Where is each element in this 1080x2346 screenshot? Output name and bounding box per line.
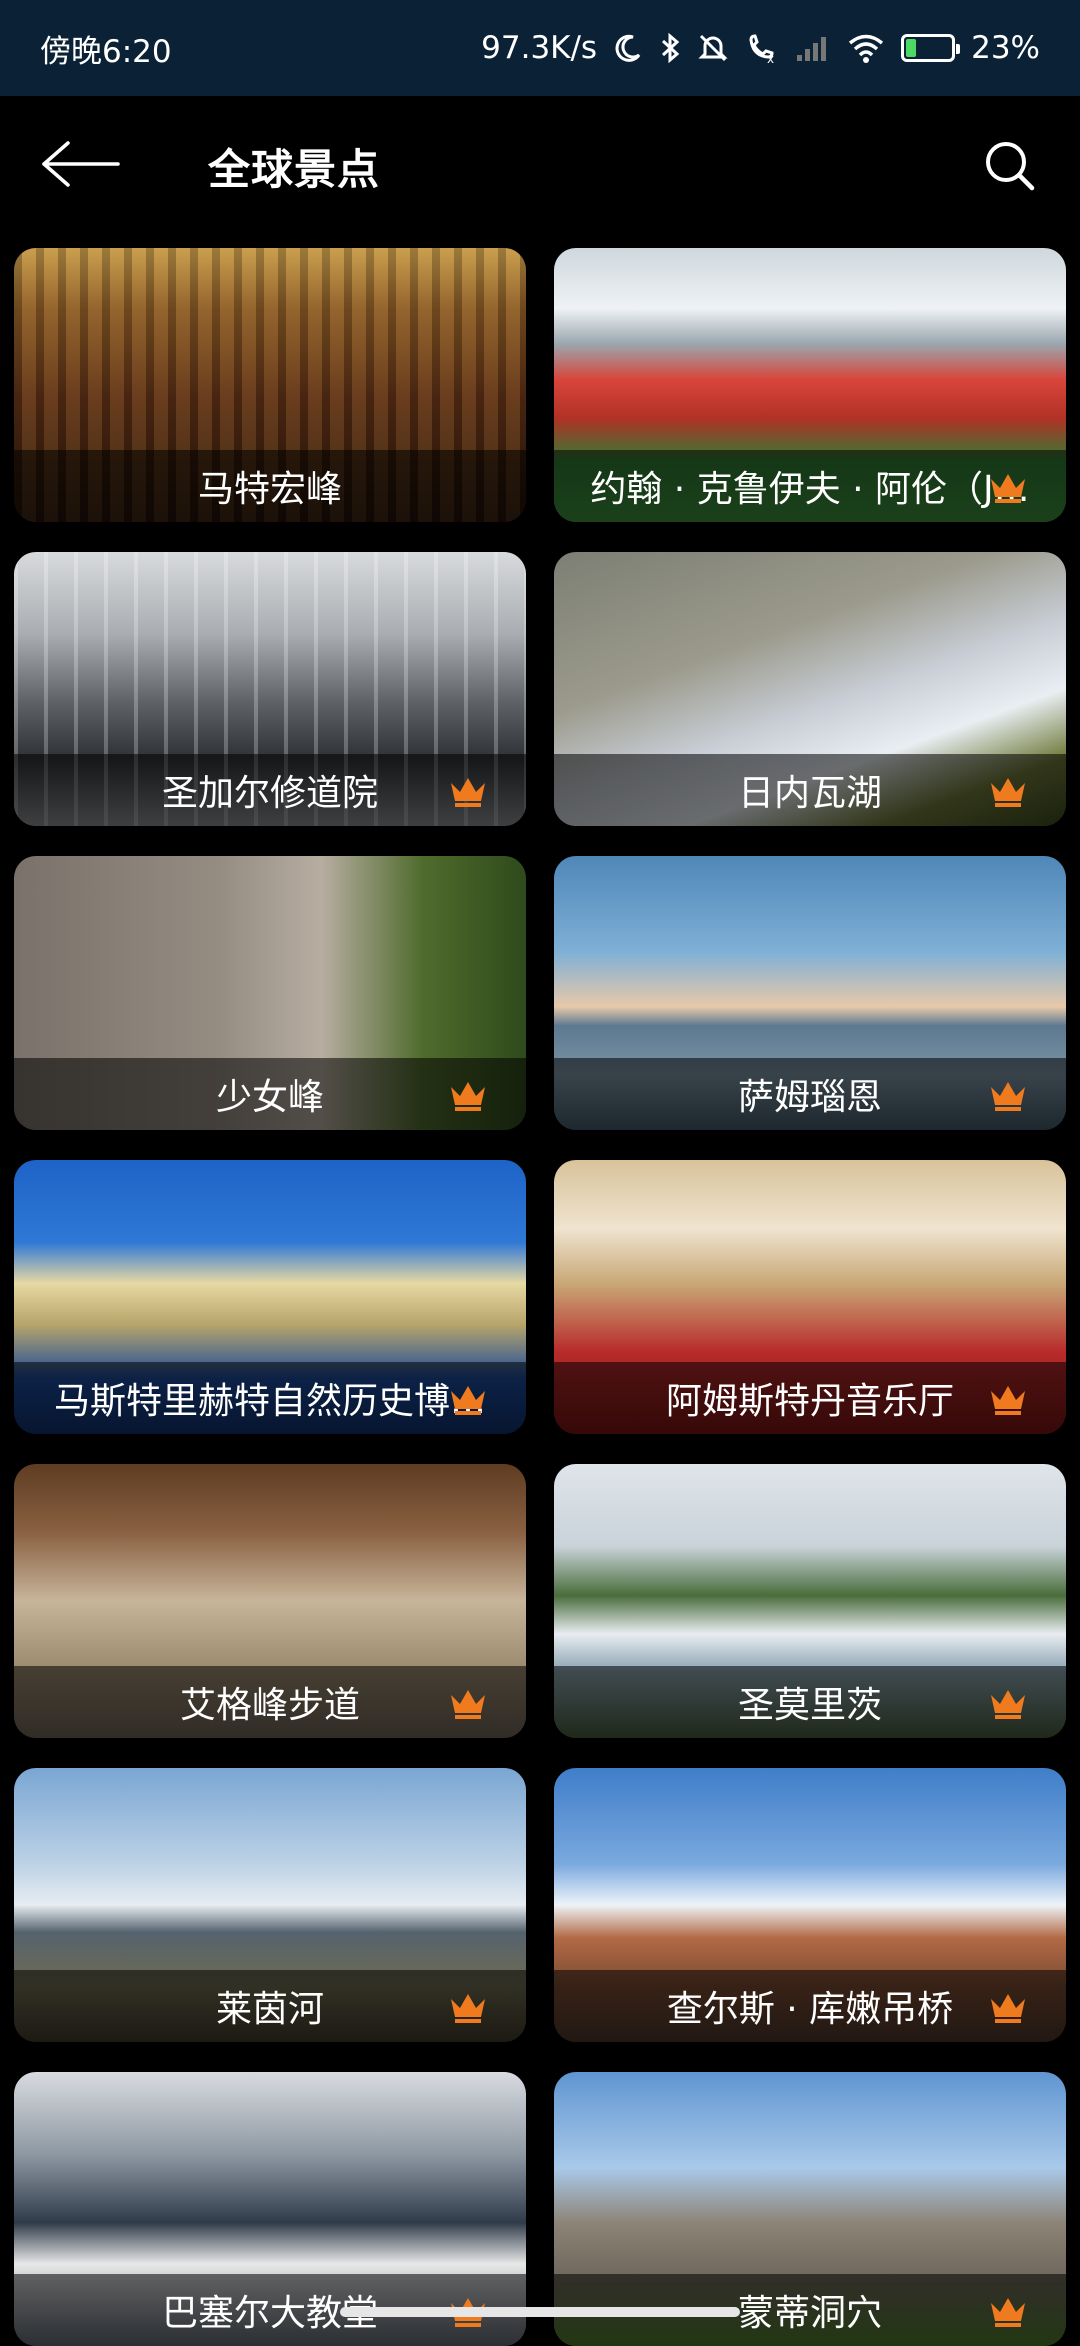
place-card[interactable]: 日内瓦湖 — [554, 552, 1066, 826]
place-name: 查尔斯 · 库嫩吊桥 — [666, 1989, 954, 2030]
place-caption: 马特宏峰 — [14, 450, 526, 522]
net-speed: 97.3K/s — [481, 30, 598, 66]
crown-icon — [991, 474, 1025, 503]
call-icon: x — [749, 34, 774, 64]
place-name: 莱茵河 — [215, 1989, 324, 2030]
place-name: 阿姆斯特丹音乐厅 — [665, 1381, 954, 1422]
crown-icon — [451, 1690, 485, 1719]
crown-icon — [991, 1690, 1025, 1719]
crown-icon — [991, 1386, 1025, 1415]
place-card[interactable]: 圣莫里茨 — [554, 1464, 1066, 1738]
place-card[interactable]: 查尔斯 · 库嫩吊桥 — [554, 1768, 1066, 2042]
arrow-left-icon — [42, 141, 120, 187]
place-card[interactable]: 约翰 · 克鲁伊夫 · 阿伦（J… — [554, 248, 1066, 522]
back-button[interactable] — [36, 132, 126, 196]
place-name: 萨姆瑙恩 — [737, 1077, 882, 1118]
home-indicator[interactable] — [340, 2307, 740, 2317]
place-name: 约翰 · 克鲁伊夫 · 阿伦（J… — [590, 469, 1030, 510]
bluetooth-icon — [662, 32, 680, 64]
place-name: 马斯特里赫特自然历史博… — [53, 1381, 486, 1422]
crown-icon — [991, 1082, 1025, 1111]
place-card[interactable]: 巴塞尔大教堂 — [14, 2072, 526, 2346]
battery-charging-icon — [901, 34, 961, 62]
place-name: 日内瓦湖 — [737, 773, 882, 814]
status-time: 傍晚6:20 — [40, 33, 172, 70]
crown-icon — [991, 778, 1025, 807]
place-card[interactable]: 萨姆瑙恩 — [554, 856, 1066, 1130]
search-icon — [986, 142, 1035, 191]
moon-icon — [615, 34, 641, 62]
place-card[interactable]: 马特宏峰 — [14, 248, 526, 522]
place-name: 圣莫里茨 — [737, 1685, 882, 1726]
place-card[interactable]: 莱茵河 — [14, 1768, 526, 2042]
place-card[interactable]: 少女峰 — [14, 856, 526, 1130]
place-name: 马特宏峰 — [197, 469, 342, 510]
place-name: 蒙蒂洞穴 — [737, 2293, 882, 2334]
place-name: 少女峰 — [215, 1077, 324, 1118]
place-card[interactable]: 艾格峰步道 — [14, 1464, 526, 1738]
crown-icon — [451, 778, 485, 807]
crown-icon — [991, 1994, 1025, 2023]
crown-icon — [451, 1386, 485, 1415]
status-icons: 97.3K/s x 23% — [481, 30, 1040, 66]
svg-text:x: x — [767, 52, 774, 64]
app-header: 全球景点 — [0, 96, 1080, 236]
place-name: 艾格峰步道 — [179, 1685, 360, 1726]
battery-percent: 23% — [971, 30, 1040, 66]
wifi-icon — [848, 34, 884, 63]
crown-icon — [451, 1082, 485, 1111]
status-bar: 傍晚6:20 97.3K/s x 23% — [0, 0, 1080, 96]
place-name: 圣加尔修道院 — [161, 773, 378, 814]
places-grid: 马特宏峰 约翰 · 克鲁伊夫 · 阿伦（J… 圣加尔修道院 日内瓦湖 少女峰 萨… — [14, 248, 1066, 2346]
crown-icon — [991, 2298, 1025, 2327]
mute-icon — [698, 34, 728, 62]
place-card[interactable]: 马斯特里赫特自然历史博… — [14, 1160, 526, 1434]
place-card[interactable]: 蒙蒂洞穴 — [554, 2072, 1066, 2346]
place-card[interactable]: 阿姆斯特丹音乐厅 — [554, 1160, 1066, 1434]
crown-icon — [451, 1994, 485, 2023]
page-title: 全球景点 — [208, 145, 381, 194]
search-button[interactable] — [980, 136, 1040, 196]
place-card[interactable]: 圣加尔修道院 — [14, 552, 526, 826]
signal-icon — [797, 37, 827, 61]
